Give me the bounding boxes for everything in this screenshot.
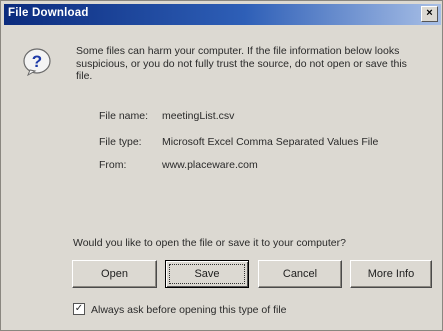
file-from-label: From: (99, 159, 127, 171)
window-title: File Download (8, 7, 89, 19)
save-button[interactable]: Save (165, 260, 249, 288)
open-button[interactable]: Open (72, 260, 157, 288)
title-bar[interactable]: File Download × (4, 4, 441, 25)
file-from-value: www.placeware.com (162, 159, 258, 171)
warning-message: Some files can harm your computer. If th… (76, 45, 407, 82)
file-name-label: File name: (99, 110, 149, 122)
file-name-value: meetingList.csv (162, 110, 235, 122)
always-ask-checkbox[interactable]: ✓ (73, 303, 85, 315)
close-button[interactable]: × (421, 6, 438, 22)
open-or-save-question: Would you like to open the file or save … (73, 237, 346, 249)
svg-text:?: ? (32, 52, 42, 71)
cancel-button[interactable]: Cancel (258, 260, 342, 288)
file-type-label: File type: (99, 136, 142, 148)
always-ask-label[interactable]: Always ask before opening this type of f… (91, 304, 287, 316)
file-type-value: Microsoft Excel Comma Separated Values F… (162, 136, 379, 148)
file-download-dialog: File Download × ? Some files can harm yo… (0, 0, 443, 331)
question-icon: ? (23, 48, 51, 76)
more-info-button[interactable]: More Info (350, 260, 432, 288)
